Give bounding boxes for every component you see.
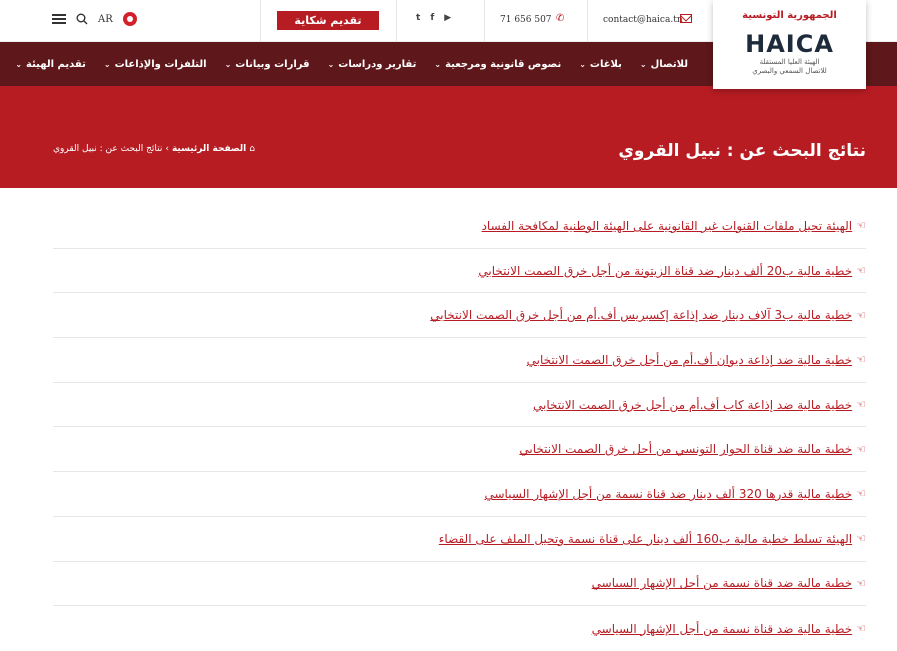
breadcrumb-home[interactable]: الصفحة الرئيسية bbox=[172, 144, 246, 154]
pointing-hand-icon: ☜ bbox=[856, 442, 866, 456]
breadcrumb-current: نتائج البحث عن : نبيل القروي bbox=[53, 144, 163, 154]
nav-item-tv-radio[interactable]: التلفزات والإذاعات ⌄ bbox=[104, 59, 207, 70]
list-item: خطية مالية قدرها 320 ألف دينار ضد قناة ن… bbox=[53, 472, 866, 517]
logo-wordmark: HAICA bbox=[745, 30, 834, 58]
list-item: خطية مالية ب20 ألف دينار ضد قناة الزيتون… bbox=[53, 249, 866, 294]
page-header-banner: نتائج البحث عن : نبيل القروي ⌂ الصفحة ال… bbox=[0, 86, 897, 188]
email-address[interactable]: contact@haica.tn bbox=[603, 15, 683, 25]
divider bbox=[484, 0, 485, 42]
language-switch[interactable]: AR bbox=[98, 14, 113, 25]
page-title: نتائج البحث عن : نبيل القروي bbox=[618, 141, 866, 161]
divider bbox=[587, 0, 588, 42]
list-item: خطية مالية ضد قناة الحوار التونسي من أجل… bbox=[53, 427, 866, 473]
nav-item-label: نصوص قانونية ومرجعية bbox=[445, 58, 562, 70]
nav-item-contact[interactable]: للاتصال ⌄ bbox=[640, 59, 688, 70]
list-item: الهيئة تسلط خطية مالية ب160 ألف دينار عل… bbox=[53, 517, 866, 562]
nav-item-label: للاتصال bbox=[650, 58, 688, 70]
search-results-list: الهيئة تحيل ملفات القنوات غير القانونية … bbox=[53, 204, 866, 651]
home-icon: ⌂ bbox=[249, 144, 255, 154]
logo-subtitle-line: الهيئة العليا المستقلة bbox=[759, 58, 820, 66]
pointing-hand-icon: ☜ bbox=[856, 576, 866, 590]
result-link[interactable]: خطية مالية ضد إذاعة ديوان أف.أم من أجل خ… bbox=[527, 353, 852, 367]
logo-arabic-title: الجمهورية التونسية bbox=[742, 10, 837, 21]
mail-icon bbox=[680, 14, 692, 23]
divider bbox=[396, 0, 397, 42]
list-item: الهيئة تحيل ملفات القنوات غير القانونية … bbox=[53, 204, 866, 249]
logo-subtitle-line: للاتصال السمعي والبصري bbox=[752, 67, 827, 75]
nav-item-label: قرارات وبيانات bbox=[235, 58, 310, 70]
chevron-down-icon: ⌄ bbox=[224, 59, 232, 69]
phone-number[interactable]: 71 656 507 bbox=[500, 15, 552, 25]
pointing-hand-icon: ☜ bbox=[856, 308, 866, 322]
chevron-down-icon: ⌄ bbox=[15, 59, 23, 69]
list-item: خطية مالية ضد قناة نسمة من أجل الإشهار ا… bbox=[53, 562, 866, 607]
youtube-icon[interactable]: ▶ bbox=[444, 13, 451, 23]
result-link[interactable]: خطية مالية ضد قناة نسمة من أجل الإشهار ا… bbox=[592, 622, 852, 636]
list-item: خطية مالية ب3 آلاف دينار ضد إذاعة إكسبري… bbox=[53, 293, 866, 339]
chevron-down-icon: ⌄ bbox=[639, 59, 647, 69]
search-icon[interactable] bbox=[76, 13, 88, 25]
top-bar-tools: AR bbox=[52, 12, 137, 26]
nav-item-label: التلفزات والإذاعات bbox=[114, 58, 207, 70]
result-link[interactable]: خطية مالية ضد قناة الحوار التونسي من أجل… bbox=[519, 442, 852, 456]
haica-logo[interactable]: الجمهورية التونسية HAICA الهيئة العليا ا… bbox=[713, 0, 866, 89]
nav-item-label: تقديم الهيئة bbox=[26, 58, 86, 70]
pointing-hand-icon: ☜ bbox=[856, 353, 866, 367]
logo-subtitle: الهيئة العليا المستقلة للاتصال السمعي وا… bbox=[713, 58, 866, 76]
breadcrumb: ⌂ الصفحة الرئيسية › نتائج البحث عن : نبي… bbox=[53, 144, 255, 154]
nav-item-label: بلاغات bbox=[589, 58, 622, 70]
twitter-icon[interactable]: t bbox=[416, 13, 420, 23]
social-links: t f ▶ bbox=[416, 13, 451, 23]
nav-item-reports[interactable]: تقارير ودراسات ⌄ bbox=[328, 59, 417, 70]
submit-complaint-button[interactable]: تقديم شكاية bbox=[277, 11, 379, 30]
list-item: خطية مالية ضد قناة نسمة من أجل الإشهار ا… bbox=[53, 606, 866, 651]
nav-item-decisions[interactable]: قرارات وبيانات ⌄ bbox=[225, 59, 310, 70]
result-link[interactable]: الهيئة تحيل ملفات القنوات غير القانونية … bbox=[482, 219, 853, 233]
nav-item-label: تقارير ودراسات bbox=[338, 58, 417, 70]
chevron-down-icon: ⌄ bbox=[434, 59, 442, 69]
nav-item-legal-texts[interactable]: نصوص قانونية ومرجعية ⌄ bbox=[434, 59, 561, 70]
tunisia-flag-icon[interactable] bbox=[122, 12, 137, 26]
phone-icon: ✆ bbox=[556, 13, 565, 24]
chevron-down-icon: ⌄ bbox=[103, 59, 111, 69]
pointing-hand-icon: ☜ bbox=[856, 622, 866, 636]
chevron-down-icon: ⌄ bbox=[579, 59, 586, 69]
pointing-hand-icon: ☜ bbox=[856, 487, 866, 501]
breadcrumb-separator: › bbox=[165, 144, 169, 154]
result-link[interactable]: خطية مالية ضد قناة نسمة من أجل الإشهار ا… bbox=[592, 576, 852, 590]
pointing-hand-icon: ☜ bbox=[856, 264, 866, 278]
pointing-hand-icon: ☜ bbox=[856, 219, 866, 233]
result-link[interactable]: خطية مالية ب20 ألف دينار ضد قناة الزيتون… bbox=[478, 264, 852, 278]
chevron-down-icon: ⌄ bbox=[327, 59, 335, 69]
divider bbox=[260, 0, 261, 42]
result-link[interactable]: خطية مالية ضد إذاعة كاب أف.أم من أجل خرق… bbox=[533, 398, 852, 412]
result-link[interactable]: خطية مالية ب3 آلاف دينار ضد إذاعة إكسبري… bbox=[430, 308, 852, 322]
pointing-hand-icon: ☜ bbox=[856, 532, 866, 546]
result-link[interactable]: خطية مالية قدرها 320 ألف دينار ضد قناة ن… bbox=[484, 487, 852, 501]
nav-menu: تقديم الهيئة ⌄ التلفزات والإذاعات ⌄ قرارات… bbox=[15, 42, 688, 86]
result-link[interactable]: الهيئة تسلط خطية مالية ب160 ألف دينار عل… bbox=[439, 532, 852, 546]
nav-item-about[interactable]: تقديم الهيئة ⌄ bbox=[15, 59, 86, 70]
list-item: خطية مالية ضد إذاعة كاب أف.أم من أجل خرق… bbox=[53, 383, 866, 428]
hamburger-menu-icon[interactable] bbox=[52, 14, 66, 24]
facebook-icon[interactable]: f bbox=[430, 13, 434, 23]
nav-item-announcements[interactable]: بلاغات ⌄ bbox=[579, 59, 622, 70]
list-item: خطية مالية ضد إذاعة ديوان أف.أم من أجل خ… bbox=[53, 338, 866, 383]
pointing-hand-icon: ☜ bbox=[856, 398, 866, 412]
